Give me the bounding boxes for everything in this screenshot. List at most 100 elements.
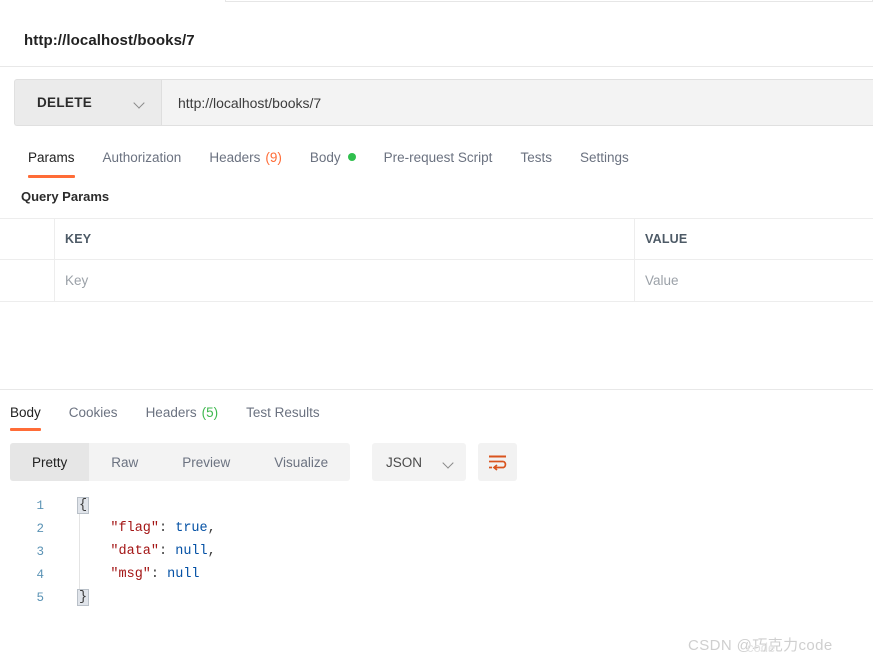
tab-label: Cookies <box>68 404 118 420</box>
query-params-table: KEY VALUE Key Value <box>0 218 873 302</box>
code-line: 3 "data": null, <box>0 540 873 563</box>
url-input-value: http://localhost/books/7 <box>178 94 322 111</box>
response-tab-test-results[interactable]: Test Results <box>232 397 334 427</box>
format-button-pretty[interactable]: Pretty <box>10 443 90 481</box>
code-fold-gutter <box>56 563 78 586</box>
code-token: } <box>76 589 90 606</box>
response-tab-headers[interactable]: Headers (5) <box>132 397 233 427</box>
request-tab-strip: Params Authorization Headers (9) Body Pre-req… <box>0 142 873 178</box>
response-tab-cookies[interactable]: Cookies <box>55 397 132 427</box>
code-token: null <box>167 567 200 582</box>
chevron-down-icon <box>134 99 145 106</box>
page-title: http://localhost/books/7 <box>24 31 195 49</box>
line-number: 5 <box>36 590 44 605</box>
word-wrap-button[interactable] <box>478 443 517 481</box>
response-language-label: JSON <box>386 454 423 470</box>
request-title-bar: http://localhost/books/7 <box>0 14 873 66</box>
code-token: "data" <box>110 544 160 559</box>
code-token: : <box>159 544 176 559</box>
word-wrap-icon <box>489 455 507 471</box>
format-button-visualize[interactable]: Visualize <box>252 443 350 481</box>
divider-above-response <box>0 389 873 390</box>
postman-request-response-pane: http://localhost/books/7 DELETE http://l… <box>0 0 873 665</box>
tab-label: Test Results <box>246 404 320 420</box>
line-number: 3 <box>36 544 44 559</box>
code-fold-gutter <box>56 517 78 540</box>
format-button-label: Raw <box>111 454 139 470</box>
code-token: , <box>207 544 216 559</box>
request-tab-authorization[interactable]: Authorization <box>89 142 196 172</box>
divider-below-title <box>0 66 873 67</box>
format-button-raw[interactable]: Raw <box>89 443 160 481</box>
code-line-text: "flag": true, <box>78 521 216 536</box>
watermark-ghost-text: code <box>747 640 776 655</box>
request-tab-body[interactable]: Body <box>296 142 370 172</box>
tab-label: Headers <box>209 149 261 165</box>
code-token: { <box>76 497 90 514</box>
http-method-select[interactable]: DELETE <box>15 80 162 125</box>
response-language-select[interactable]: JSON <box>372 443 466 481</box>
code-line-text: "msg": null <box>78 567 200 582</box>
response-tab-strip: Body Cookies Headers (5) Test Results <box>0 397 873 431</box>
tab-count: (5) <box>201 404 219 420</box>
code-token: true <box>175 521 208 536</box>
tab-label: Body <box>10 404 41 420</box>
key-input-placeholder: Key <box>65 273 89 288</box>
code-line: 1{ <box>0 494 873 517</box>
code-token: : <box>159 521 176 536</box>
checkbox-column-header <box>0 219 55 259</box>
chevron-down-icon <box>443 459 454 466</box>
value-column-header: VALUE <box>645 232 688 246</box>
code-line: 5} <box>0 586 873 609</box>
request-tab-settings[interactable]: Settings <box>566 142 643 172</box>
table-row: Key Value <box>0 260 873 302</box>
format-button-label: Visualize <box>274 454 329 470</box>
table-header-row: KEY VALUE <box>0 218 873 260</box>
tab-count: (9) <box>265 149 282 165</box>
body-present-dot-icon <box>347 153 356 161</box>
line-number: 4 <box>36 567 44 582</box>
code-fold-gutter <box>56 494 78 517</box>
code-token: "flag" <box>110 521 160 536</box>
response-tab-body[interactable]: Body <box>0 397 55 431</box>
tab-label: Headers <box>145 404 197 420</box>
code-fold-gutter <box>56 586 78 609</box>
tab-label: Tests <box>520 149 552 165</box>
url-bar: DELETE http://localhost/books/7 <box>14 79 873 126</box>
query-params-heading: Query Params <box>21 189 110 204</box>
request-tab-tests[interactable]: Tests <box>506 142 566 172</box>
code-line: 4 "msg": null <box>0 563 873 586</box>
line-number: 2 <box>36 521 44 536</box>
code-line-text: } <box>76 589 90 606</box>
code-fold-gutter <box>56 540 78 563</box>
url-input[interactable]: http://localhost/books/7 <box>162 80 873 125</box>
tab-label: Pre-request Script <box>383 149 493 165</box>
value-input-placeholder: Value <box>645 273 679 288</box>
cutoff-panel-above <box>225 0 873 2</box>
code-token: null <box>175 544 208 559</box>
http-method-label: DELETE <box>37 95 93 110</box>
key-column-header: KEY <box>55 219 635 259</box>
format-button-label: Pretty <box>32 454 68 470</box>
tab-label: Body <box>309 149 341 165</box>
line-number: 1 <box>36 498 44 513</box>
row-checkbox-cell[interactable] <box>0 260 55 301</box>
response-body-viewer[interactable]: 1{2 "flag": true, 3 "data": null, 4 "msg":… <box>0 494 873 614</box>
key-input[interactable]: Key <box>55 260 635 301</box>
request-tab-params[interactable]: Params <box>14 142 89 178</box>
value-input[interactable]: Value <box>635 260 873 301</box>
code-line-text: "data": null, <box>78 544 216 559</box>
request-tab-pre-request-script[interactable]: Pre-request Script <box>370 142 507 172</box>
format-button-preview[interactable]: Preview <box>160 443 252 481</box>
code-token: , <box>207 521 216 536</box>
request-tab-headers[interactable]: Headers (9) <box>195 142 296 172</box>
code-token: "msg" <box>110 567 151 582</box>
code-token: : <box>150 567 168 582</box>
tab-label: Params <box>28 149 75 165</box>
format-button-label: Preview <box>182 454 231 470</box>
response-format-buttons: Pretty Raw Preview Visualize <box>10 443 351 481</box>
code-line-text: { <box>76 497 90 514</box>
